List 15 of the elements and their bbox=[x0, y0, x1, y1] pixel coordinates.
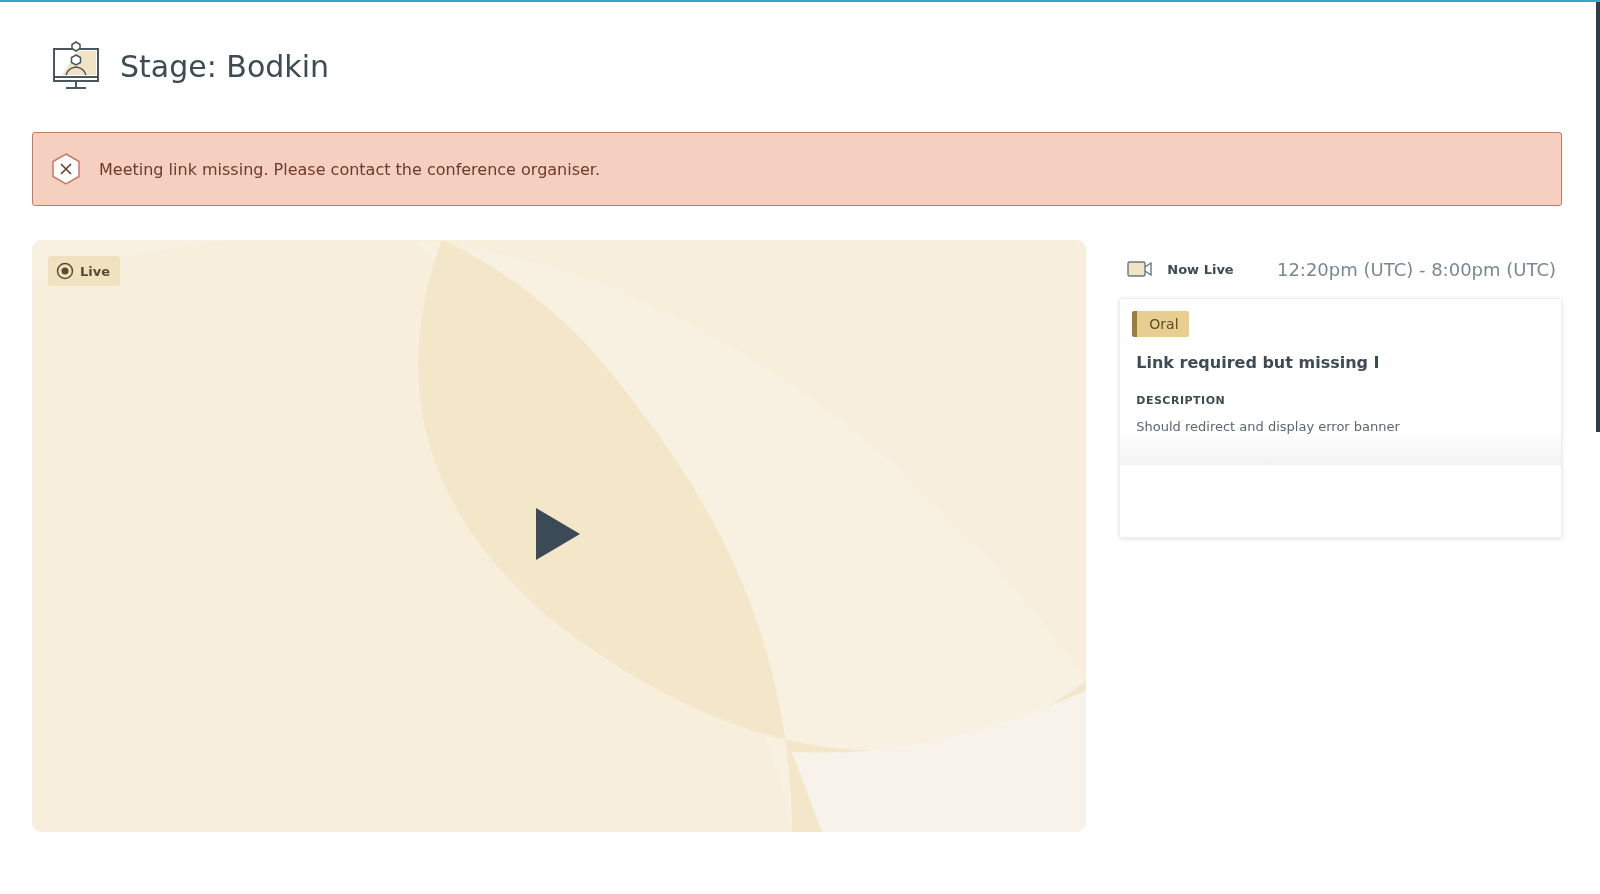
session-title: Link required but missing I bbox=[1136, 353, 1381, 372]
session-description: Should redirect and display error banner bbox=[1136, 419, 1401, 434]
session-type-tag: Oral bbox=[1132, 311, 1189, 337]
record-icon bbox=[56, 262, 74, 280]
description-label: DESCRIPTION bbox=[1136, 394, 1227, 407]
session-time: 12:20pm (UTC) - 8:00pm (UTC) bbox=[1276, 258, 1556, 280]
scrollbar[interactable] bbox=[1596, 2, 1600, 432]
play-icon bbox=[534, 505, 582, 562]
error-message: Meeting link missing. Please contact the conference organiser. bbox=[99, 159, 601, 179]
live-label: Live bbox=[80, 263, 111, 279]
video-camera-icon bbox=[1127, 260, 1154, 278]
error-icon bbox=[51, 153, 81, 185]
page-title: Stage: Bodkin bbox=[120, 48, 330, 84]
presenter-screen-icon bbox=[52, 41, 100, 91]
now-live-label: Now Live bbox=[1167, 261, 1234, 277]
